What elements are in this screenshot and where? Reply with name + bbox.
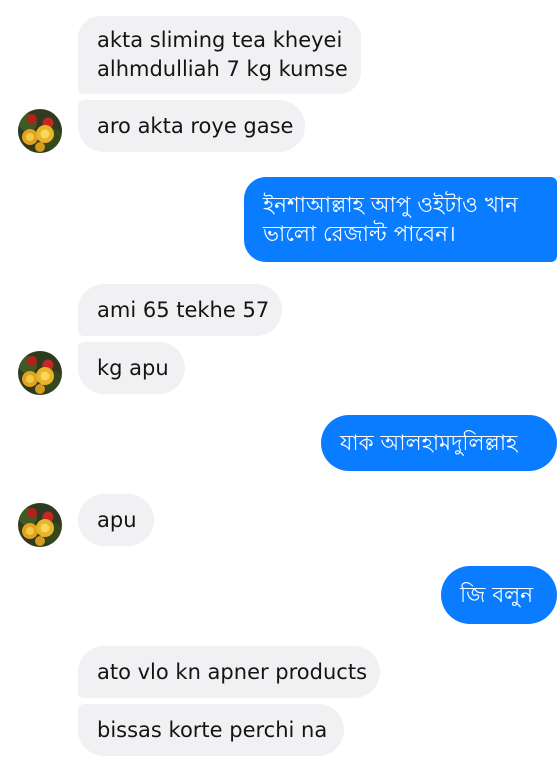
incoming-message[interactable]: bissas korte perchi na <box>78 704 344 756</box>
message-line: ami 65 tekhe 57 <box>97 297 270 322</box>
message-line: apu <box>97 507 137 532</box>
incoming-message[interactable]: kg apu <box>78 342 185 394</box>
outgoing-message[interactable]: ইনশাআল্লাহ আপু ওইটাও খান ভালো রেজাল্ট পা… <box>244 177 557 262</box>
message-line: bissas korte perchi na <box>97 717 328 742</box>
contact-avatar[interactable] <box>18 351 62 395</box>
outgoing-message[interactable]: জি বলুন <box>441 566 557 624</box>
rose-flower-icon <box>18 351 62 395</box>
message-line: kg apu <box>97 355 169 380</box>
rose-flower-icon <box>18 109 62 153</box>
message-line: ভালো রেজাল্ট পাবেন। <box>263 221 456 247</box>
message-line: aro akta roye gase <box>97 113 294 138</box>
message-line: ato vlo kn apner products <box>97 659 368 684</box>
message-line: alhmdulliah 7 kg kumse <box>97 57 348 81</box>
incoming-message[interactable]: akta sliming tea kheyei alhmdulliah 7 kg… <box>78 16 361 94</box>
contact-avatar[interactable] <box>18 503 62 547</box>
chat-thread[interactable]: akta sliming tea kheyei alhmdulliah 7 kg… <box>0 0 560 761</box>
incoming-message[interactable]: aro akta roye gase <box>78 100 305 152</box>
message-line: জি বলুন <box>460 582 534 608</box>
message-line: ইনশাআল্লাহ আপু ওইটাও খান <box>263 192 519 218</box>
incoming-message[interactable]: apu <box>78 494 154 546</box>
incoming-message[interactable]: ami 65 tekhe 57 <box>78 284 282 336</box>
outgoing-message[interactable]: যাক আলহামদুলিল্লাহ <box>321 415 557 471</box>
message-line: যাক আলহামদুলিল্লাহ <box>340 430 518 456</box>
contact-avatar[interactable] <box>18 109 62 153</box>
message-line: akta sliming tea kheyei <box>97 28 343 52</box>
incoming-message[interactable]: ato vlo kn apner products <box>78 646 380 698</box>
rose-flower-icon <box>18 503 62 547</box>
